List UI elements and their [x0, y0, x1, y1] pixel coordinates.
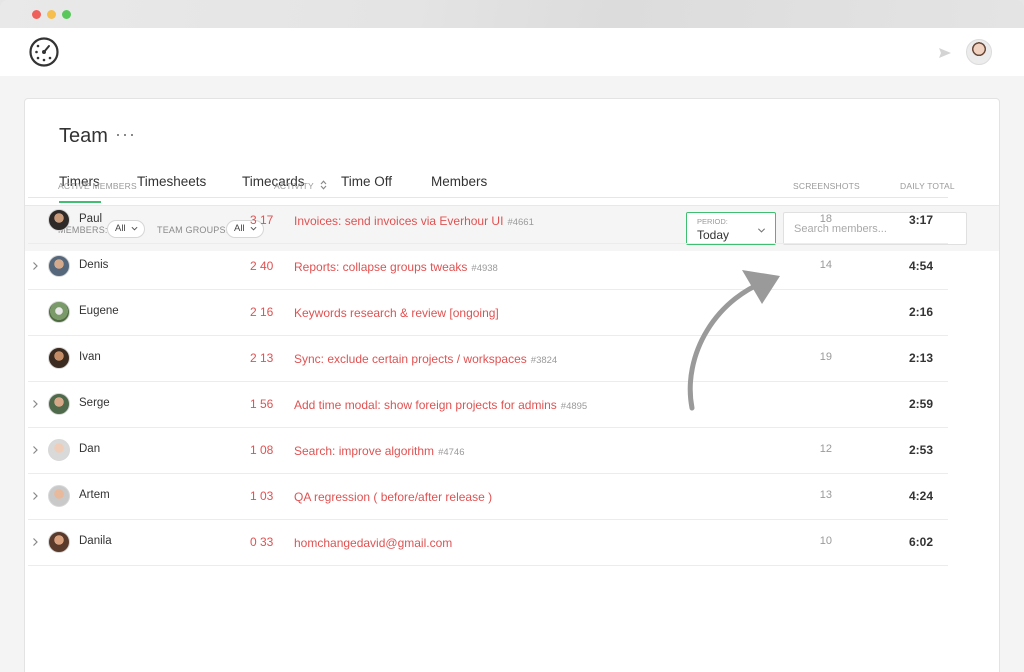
avatar: [48, 301, 70, 323]
daily-total: 2:16: [908, 305, 933, 319]
curved-arrow-icon: [687, 270, 780, 411]
screenshots-count: 18: [819, 213, 832, 225]
table-row[interactable]: Denis 2 40 Reports: collapse groups twea…: [28, 244, 948, 290]
table-row[interactable]: Ivan 2 13 Sync: exclude certain projects…: [28, 336, 948, 382]
chevron-right-icon[interactable]: [31, 537, 39, 547]
activity-time: 2 40: [250, 259, 274, 273]
task-link[interactable]: homchangedavid@gmail.com: [294, 536, 452, 550]
daily-total: 2:59: [908, 397, 933, 411]
chevron-right-icon[interactable]: [31, 261, 39, 271]
screenshots-count: 13: [819, 489, 832, 501]
column-header-screenshots: SCREENSHOTS: [793, 181, 860, 191]
task-id: #4746: [438, 447, 465, 458]
column-header-activity[interactable]: ACTIVITY: [274, 181, 314, 191]
member-name: Paul: [79, 213, 103, 225]
activity-time: 3 17: [250, 213, 274, 227]
daily-total: 3:17: [908, 213, 933, 227]
task-id: #4895: [560, 401, 588, 412]
table-row[interactable]: Serge 1 56 Add time modal: show foreign …: [28, 382, 948, 428]
activity-task: Add time modal: show foreign projects fo…: [294, 396, 587, 414]
activity-time: 0 33: [250, 535, 274, 549]
activity-time: 1 03: [250, 489, 274, 503]
bell-icon[interactable]: [936, 44, 954, 62]
member-name: Dan: [79, 443, 101, 455]
task-id: #3824: [530, 355, 558, 366]
activity-time: 1 56: [250, 397, 274, 411]
task-link[interactable]: Invoices: send invoices via Everhour UI: [294, 214, 503, 228]
stopwatch-icon[interactable]: [28, 36, 60, 68]
activity-time: 2 13: [250, 351, 274, 365]
avatar: [48, 255, 70, 277]
page-title: Team: [59, 125, 108, 147]
activity-time: 2 16: [250, 305, 274, 319]
daily-total: 2:13: [908, 351, 933, 365]
avatar: [48, 209, 70, 231]
activity-task: Reports: collapse groups tweaks #4938: [294, 258, 498, 276]
window-minimize-button[interactable]: [47, 10, 56, 19]
daily-total: 4:24: [908, 489, 933, 503]
member-name: Serge: [79, 397, 110, 409]
member-name: Denis: [79, 259, 109, 271]
activity-task: homchangedavid@gmail.com: [294, 534, 456, 552]
more-options-button[interactable]: ···: [115, 124, 136, 145]
avatar: [48, 393, 70, 415]
chevron-right-icon[interactable]: [31, 399, 39, 409]
window-maximize-button[interactable]: [62, 10, 71, 19]
screenshots-count: 14: [819, 259, 832, 271]
table-row[interactable]: Danila 0 33 homchangedavid@gmail.com 10 …: [28, 520, 948, 566]
task-link[interactable]: Add time modal: show foreign projects fo…: [294, 398, 557, 412]
activity-time: 1 08: [250, 443, 274, 457]
chevron-right-icon[interactable]: [31, 491, 39, 501]
user-avatar[interactable]: [966, 39, 992, 65]
chevron-right-icon[interactable]: [31, 445, 39, 455]
activity-task: Keywords research & review [ongoing]: [294, 304, 503, 322]
task-link[interactable]: Keywords research & review [ongoing]: [294, 306, 499, 320]
activity-task: Sync: exclude certain projects / workspa…: [294, 350, 557, 368]
avatar: [48, 485, 70, 507]
screenshots-count: 19: [819, 351, 832, 363]
avatar: [48, 439, 70, 461]
member-name: Danila: [79, 535, 112, 547]
task-link[interactable]: Sync: exclude certain projects / workspa…: [294, 352, 527, 366]
activity-task: QA regression ( before/after release ): [294, 488, 496, 506]
member-name: Eugene: [79, 305, 119, 317]
activity-task: Invoices: send invoices via Everhour UI #…: [294, 212, 534, 230]
table-row[interactable]: Dan 1 08 Search: improve algorithm #4746 …: [28, 428, 948, 474]
table-row[interactable]: Artem 1 03 QA regression ( before/after …: [28, 474, 948, 520]
daily-total: 6:02: [908, 535, 933, 549]
window-close-button[interactable]: [32, 10, 41, 19]
avatar: [48, 347, 70, 369]
table-row[interactable]: Paul 3 17 Invoices: send invoices via Ev…: [28, 198, 948, 244]
activity-task: Search: improve algorithm #4746: [294, 442, 464, 460]
member-name: Artem: [79, 489, 110, 501]
table-row[interactable]: Eugene 2 16 Keywords research & review […: [28, 290, 948, 336]
task-link[interactable]: QA regression ( before/after release ): [294, 490, 492, 504]
table-header: ACTIVE MEMBERS ACTIVITY SCREENSHOTS DAIL…: [28, 176, 955, 198]
daily-total: 4:54: [908, 259, 933, 273]
column-header-daily-total: DAILY TOTAL: [900, 181, 955, 191]
screenshots-count: 12: [819, 443, 832, 455]
task-link[interactable]: Search: improve algorithm: [294, 444, 434, 458]
app-header: [0, 28, 1024, 76]
task-link[interactable]: Reports: collapse groups tweaks: [294, 260, 467, 274]
task-id: #4661: [507, 217, 534, 228]
window-titlebar: [0, 0, 1024, 28]
screenshots-count: 10: [819, 535, 832, 547]
column-header-active-members: ACTIVE MEMBERS: [58, 181, 137, 191]
task-id: #4938: [471, 263, 498, 274]
daily-total: 2:53: [908, 443, 933, 457]
avatar: [48, 531, 70, 553]
member-name: Ivan: [79, 351, 101, 363]
sort-icon[interactable]: [320, 180, 327, 190]
